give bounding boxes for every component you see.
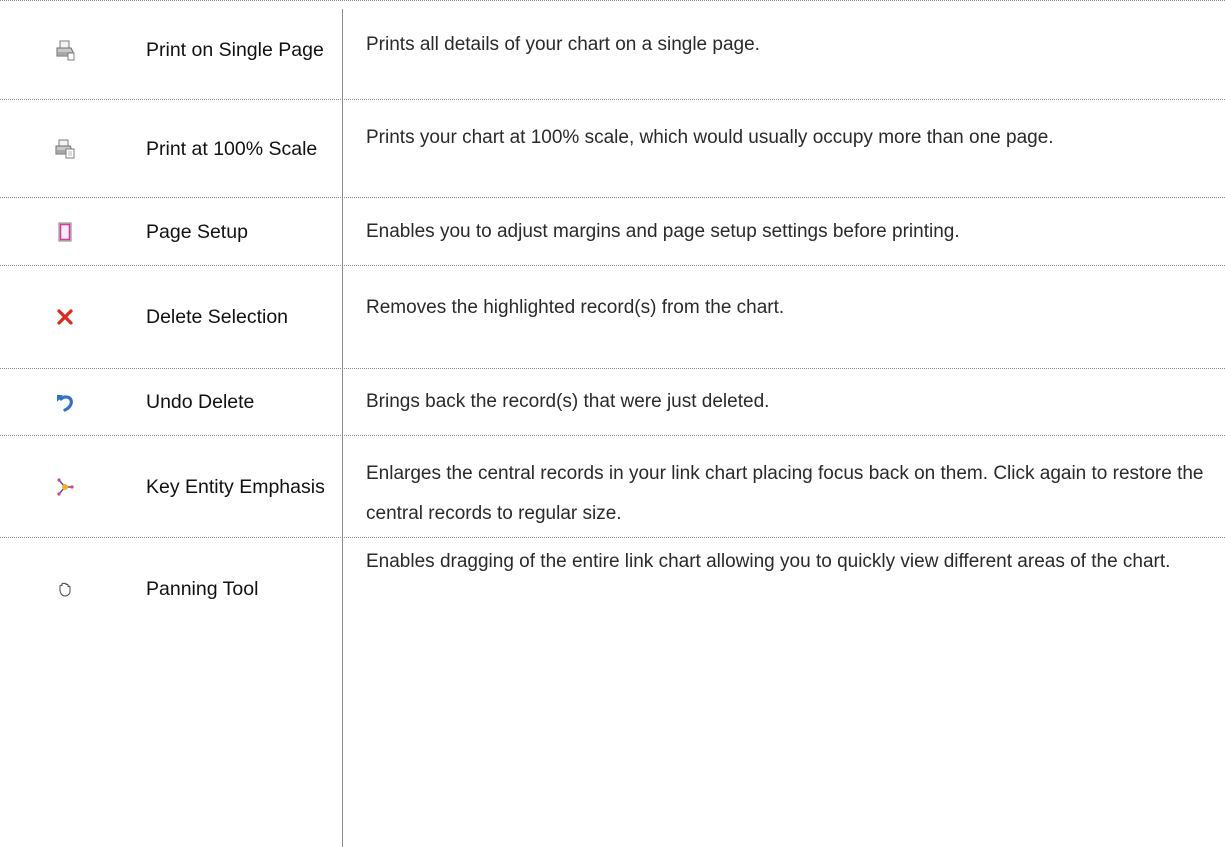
tool-name: Key Entity Emphasis bbox=[130, 436, 342, 537]
table-row: Page Setup Enables you to adjust margins… bbox=[0, 198, 1225, 266]
hand-icon bbox=[54, 578, 76, 600]
tool-description: Prints all details of your chart on a si… bbox=[366, 34, 760, 55]
print-100-icon bbox=[54, 138, 76, 160]
key-entity-icon bbox=[54, 476, 76, 498]
tool-name-text: Print on Single Page bbox=[146, 39, 324, 61]
tool-description: Prints your chart at 100% scale, which w… bbox=[366, 127, 1054, 148]
icon-cell bbox=[0, 198, 130, 265]
table-row: Key Entity Emphasis Enlarges the central… bbox=[0, 436, 1225, 538]
table-row: Panning Tool Enables dragging of the ent… bbox=[0, 538, 1225, 639]
tool-name-text: Undo Delete bbox=[146, 391, 255, 413]
table-row: Undo Delete Brings back the record(s) th… bbox=[0, 369, 1225, 436]
tool-description: Enables dragging of the entire link char… bbox=[366, 551, 1171, 572]
tool-name-text: Key Entity Emphasis bbox=[146, 475, 325, 498]
delete-icon bbox=[54, 306, 76, 328]
tool-name: Panning Tool bbox=[130, 538, 342, 639]
icon-cell bbox=[0, 538, 130, 639]
icon-cell bbox=[0, 266, 130, 368]
tool-name-text: Page Setup bbox=[146, 220, 248, 243]
tool-description: Removes the highlighted record(s) from t… bbox=[366, 297, 785, 318]
tool-description: Brings back the record(s) that were just… bbox=[366, 391, 770, 412]
table-row: Delete Selection Removes the highlighted… bbox=[0, 266, 1225, 369]
icon-cell bbox=[0, 369, 130, 435]
tool-name-text: Delete Selection bbox=[146, 306, 289, 328]
icon-cell bbox=[0, 436, 130, 537]
tool-description: Enlarges the central records in your lin… bbox=[366, 463, 1204, 524]
table-row: Print at 100% Scale Prints your chart at… bbox=[0, 100, 1225, 198]
tool-name: Undo Delete bbox=[130, 369, 342, 435]
tool-name: Delete Selection bbox=[130, 266, 342, 368]
tool-name-text: Panning Tool bbox=[146, 577, 259, 600]
page-setup-icon bbox=[54, 221, 76, 243]
tool-name-text: Print at 100% Scale bbox=[146, 137, 318, 160]
tool-name: Print on Single Page bbox=[130, 1, 342, 99]
print-single-icon bbox=[54, 39, 76, 61]
column-divider bbox=[342, 9, 343, 847]
tool-name: Page Setup bbox=[130, 198, 342, 265]
toolbar-reference-table: Print on Single Page Prints all details … bbox=[0, 0, 1225, 847]
icon-cell bbox=[0, 100, 130, 197]
table-row: Print on Single Page Prints all details … bbox=[0, 1, 1225, 100]
tool-description: Enables you to adjust margins and page s… bbox=[366, 221, 960, 242]
tool-name: Print at 100% Scale bbox=[130, 100, 342, 197]
icon-cell bbox=[0, 1, 130, 99]
undo-icon bbox=[54, 391, 76, 413]
